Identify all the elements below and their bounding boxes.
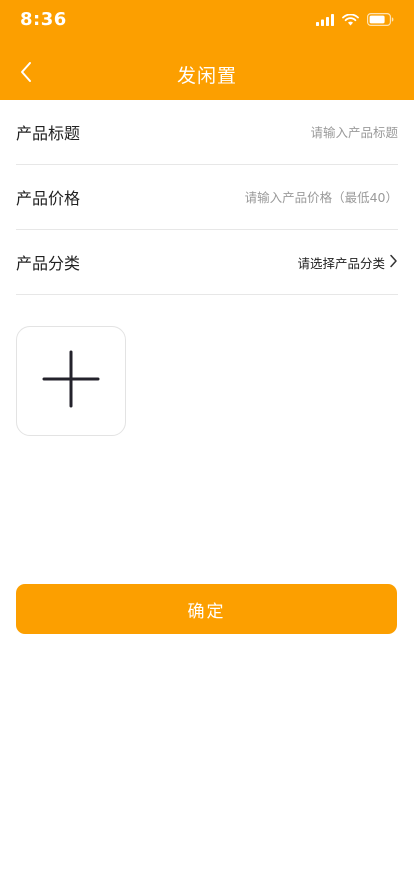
battery-icon xyxy=(367,11,394,30)
confirm-button[interactable]: 确定 xyxy=(16,584,397,634)
nav-bar: 发闲置 xyxy=(0,44,414,100)
category-select-text: 请选择产品分类 xyxy=(297,255,385,271)
product-form: 产品标题 产品价格 产品分类 请选择产品分类 xyxy=(16,100,398,295)
category-label: 产品分类 xyxy=(16,254,81,273)
title-input[interactable] xyxy=(168,124,398,140)
chevron-right-icon xyxy=(389,253,398,272)
signal-icon xyxy=(316,11,334,30)
page-title: 发闲置 xyxy=(176,65,237,87)
category-select[interactable]: 请选择产品分类 xyxy=(297,253,398,272)
form-row-category: 产品分类 请选择产品分类 xyxy=(16,230,398,295)
status-bar: 8:36 xyxy=(0,0,414,44)
image-upload-button[interactable] xyxy=(16,326,126,436)
publish-idle-screen: 8:36 发闲置 产品标题 请输入产品标题 产品价格 请输入产品价格（最低40）… xyxy=(0,0,414,896)
header: 8:36 发闲置 xyxy=(0,0,414,100)
price-label: 产品价格 xyxy=(16,189,81,208)
status-icons xyxy=(316,12,394,28)
status-time: 8:36 xyxy=(20,9,67,30)
plus-icon xyxy=(42,350,100,412)
form-row-price: 产品价格 xyxy=(16,165,398,230)
price-input[interactable] xyxy=(168,189,398,205)
form-row-title: 产品标题 xyxy=(16,100,398,165)
wifi-icon xyxy=(342,11,359,30)
title-label: 产品标题 xyxy=(16,124,81,143)
